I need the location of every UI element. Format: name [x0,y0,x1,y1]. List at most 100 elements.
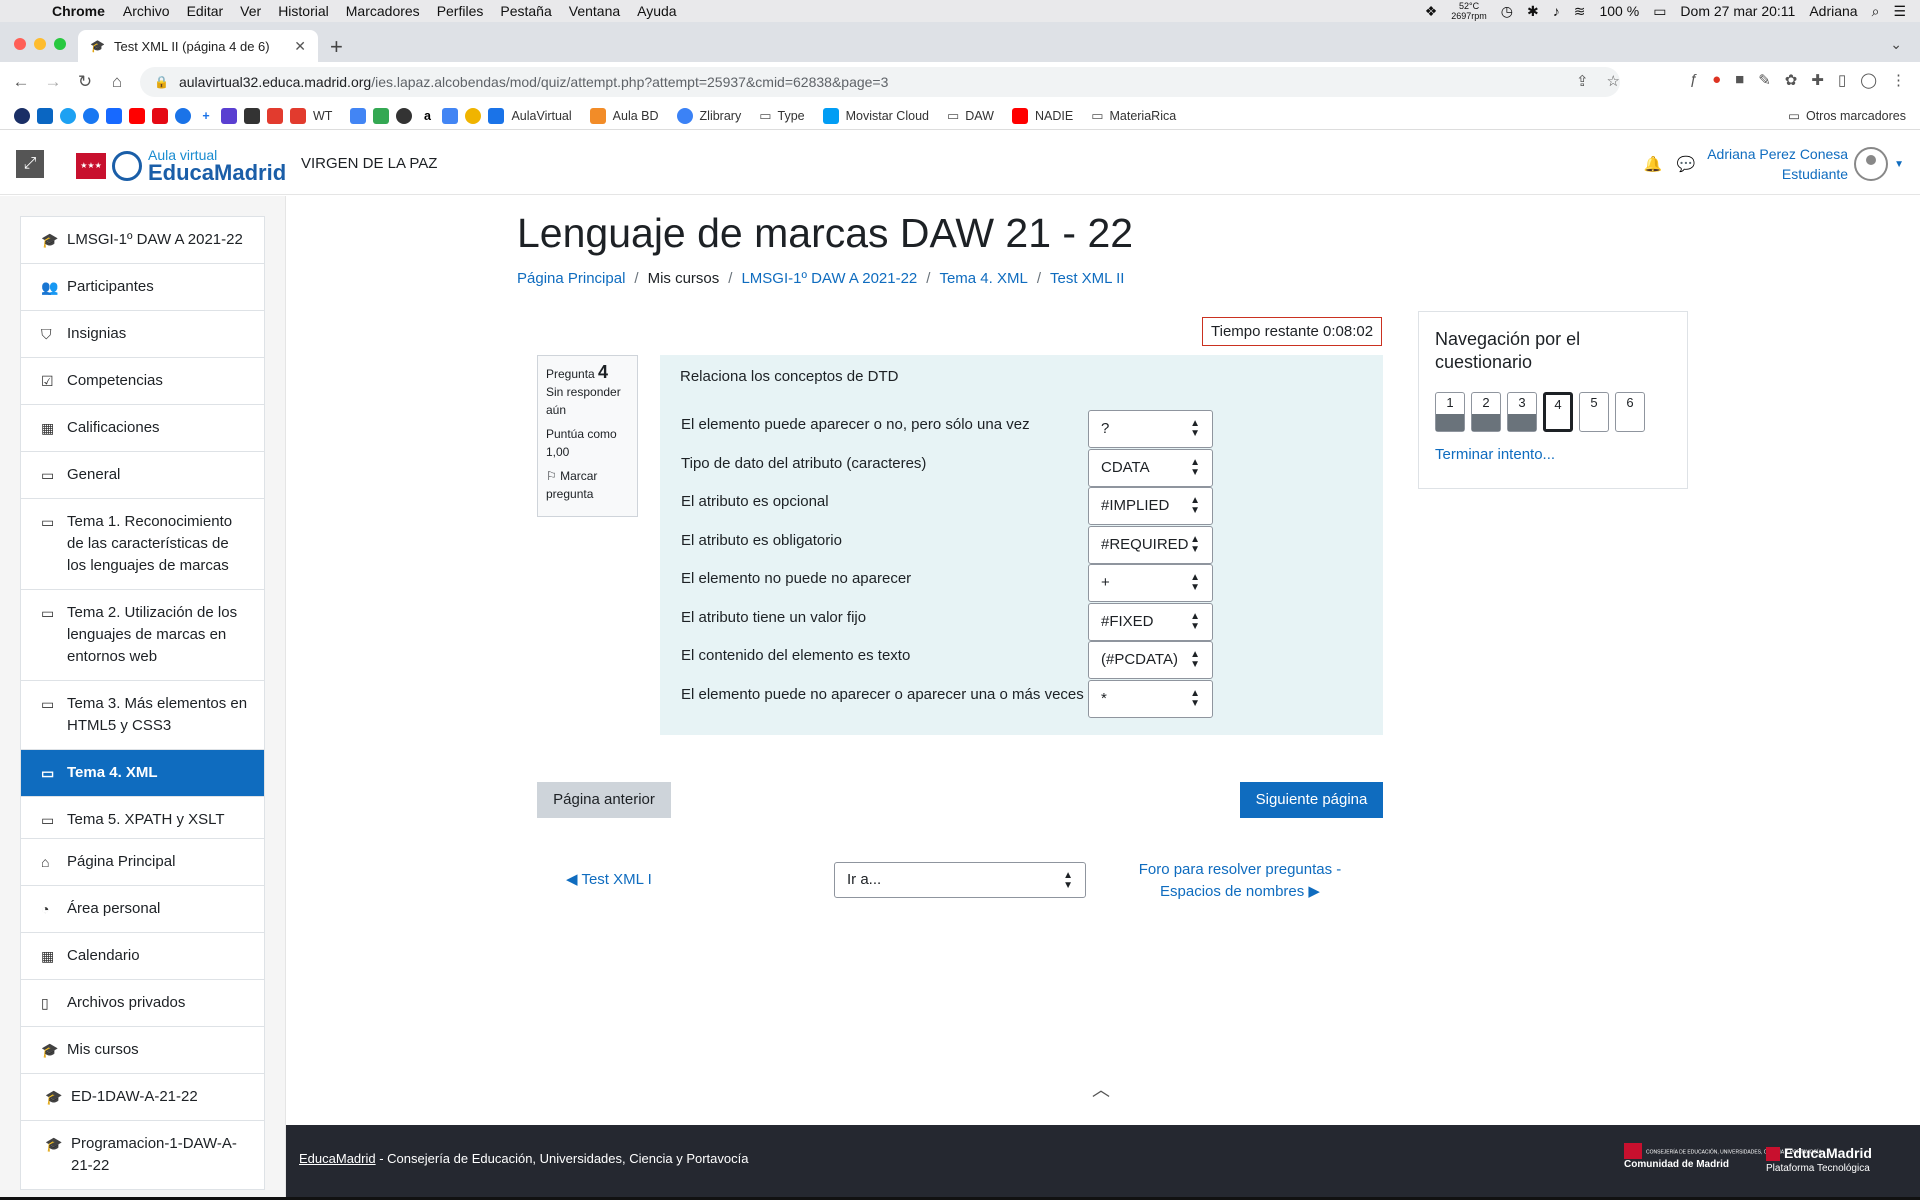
close-window-button[interactable] [14,38,26,50]
control-center-icon[interactable]: ☰ [1893,3,1906,20]
bookmark-nadie[interactable]: NADIE [1011,107,1073,124]
display-icon[interactable]: ▭ [1653,3,1666,20]
nav-course-ed[interactable]: 🎓 ED-1DAW-A-21-22 [21,1074,264,1121]
footer-link[interactable]: EducaMadrid [299,1151,376,1166]
match-select[interactable]: #FIXED ▲ ▼ [1088,603,1213,641]
youtube-icon[interactable] [129,107,145,124]
forward-icon[interactable]: → [42,72,64,92]
breadcrumb-item[interactable]: Test XML II [1050,270,1124,287]
puzzle-icon[interactable]: ✚ [1811,71,1824,89]
site-name[interactable]: VIRGEN DE LA PAZ [301,155,437,172]
bookmark-icon[interactable] [465,107,482,124]
avatar[interactable] [1854,147,1889,181]
facebook-icon[interactable] [83,107,99,124]
menu-ver[interactable]: Ver [240,3,261,19]
plus-icon[interactable]: + [198,107,214,124]
back-to-top-icon[interactable]: ︿ [1092,1076,1110,1102]
temperature-readout[interactable]: 52°C 2697rpm [1451,1,1487,21]
jump-to-select[interactable]: Ir a... ▲ ▼ [834,862,1086,898]
behance-icon[interactable] [106,107,122,124]
previous-activity-link[interactable]: ◀ Test XML I [566,870,652,888]
nav-participantes[interactable]: 👥 Participantes [21,264,264,311]
educamadrid-logo[interactable]: ★★★ Aula virtual EducaMadrid [76,148,286,184]
nav-pagina-principal[interactable]: ⌂ Página Principal [21,839,264,886]
menu-ayuda[interactable]: Ayuda [637,3,676,19]
other-bookmarks[interactable]: ▭ Otros marcadores [1788,108,1906,124]
nav-tema-1[interactable]: ▭ Tema 1. Reconocimiento de las caracterí… [21,499,264,590]
menu-app-name[interactable]: Chrome [52,3,105,19]
bookmark-type[interactable]: ▭ Type [759,108,804,124]
tab-active[interactable]: 🎓 Test XML II (página 4 de 6) ✕ [78,30,318,62]
spotlight-icon[interactable]: ⌕ [1872,3,1880,20]
calendar-icon[interactable] [442,107,459,124]
match-select[interactable]: #IMPLIED ▲ ▼ [1088,487,1213,525]
user-names[interactable]: Adriana Perez Conesa Estudiante [1707,144,1848,184]
reload-icon[interactable]: ↻ [74,72,96,92]
battery-status[interactable]: 100 % [1599,3,1639,19]
dropbox-icon[interactable]: ❖ [1425,3,1438,20]
nav-calificaciones[interactable]: ▦ Calificaciones [21,405,264,452]
address-bar[interactable]: 🔒 aulavirtual32.educa.madrid.org/ies.lap… [140,67,1620,97]
quiz-page-button[interactable]: 3 [1507,392,1537,432]
wifi-icon[interactable]: ≋ [1574,3,1586,20]
m-icon[interactable] [221,107,237,124]
drawer-toggle-icon[interactable]: ⤢ [16,150,44,178]
nav-tema-4[interactable]: ▭ Tema 4. XML [21,750,264,797]
opera-extension-icon[interactable]: ● [1712,71,1721,89]
play-icon[interactable] [175,107,191,124]
educamadrid-footer-logo[interactable]: EducaMadrid Plataforma Tecnológica [1766,1145,1872,1177]
bookmark-icon[interactable] [373,107,390,124]
nav-course-home[interactable]: 🎓 LMSGI-1º DAW A 2021-22 [21,217,264,264]
lock-icon[interactable]: 🔒 [154,75,169,89]
bookmark-icon[interactable] [14,107,30,124]
plant-extension-icon[interactable]: ✿ [1785,71,1798,89]
chat-icon[interactable]: 💬 [1677,155,1696,173]
nav-insignias[interactable]: ⛉ Insignias [21,311,264,358]
bookmark-zlibrary[interactable]: Zlibrary [676,107,741,124]
profile-icon[interactable]: ◯ [1860,71,1877,89]
flag-question-button[interactable]: ⚐ Marcar pregunta [546,467,629,503]
previous-page-button[interactable]: Página anterior [537,782,671,818]
pen-extension-icon[interactable]: ✎ [1758,71,1771,89]
breadcrumb-item[interactable]: Página Principal [517,270,625,287]
breadcrumb-item[interactable]: LMSGI-1º DAW A 2021-22 [741,270,917,287]
back-icon[interactable]: ← [10,72,32,92]
match-select[interactable]: ? ▲ ▼ [1088,410,1213,448]
menu-archivo[interactable]: Archivo [123,3,170,19]
nav-general[interactable]: ▭ General [21,452,264,499]
quiz-page-button[interactable]: 1 [1435,392,1465,432]
home-icon[interactable]: ⌂ [106,72,128,92]
sidebar-icon[interactable]: ▯ [1838,71,1846,89]
linkedin-icon[interactable] [37,107,53,124]
twitter-icon[interactable] [60,107,76,124]
user-menu[interactable]: 🔔 💬 Adriana Perez Conesa Estudiante ▼ [1644,144,1904,184]
more-icon[interactable]: ⋮ [1891,71,1906,89]
next-page-button[interactable]: Siguiente página [1240,782,1383,818]
quiz-page-button[interactable]: 5 [1579,392,1609,432]
bookmark-star-icon[interactable]: ☆ [1607,72,1620,90]
next-activity-link[interactable]: Foro para resolver preguntas - Espacios … [1110,859,1370,903]
tab-search-icon[interactable]: ⌄ [1890,36,1902,53]
menu-perfiles[interactable]: Perfiles [437,3,484,19]
menu-marcadores[interactable]: Marcadores [346,3,420,19]
zoom-window-button[interactable] [54,38,66,50]
bookmark-daw[interactable]: ▭ DAW [947,108,994,124]
globe-icon[interactable] [396,107,413,124]
nav-tema-5[interactable]: ▭ Tema 5. XPATH y XSLT [21,797,264,843]
menu-user[interactable]: Adriana [1809,3,1857,19]
nav-area-personal[interactable]: ◔ Área personal [21,886,264,933]
nav-competencias[interactable]: ☑ Competencias [21,358,264,405]
bookmark-materiarica[interactable]: ▭ MateriaRica [1091,108,1176,124]
new-tab-button[interactable]: + [330,34,343,60]
bookmark-wt[interactable]: WT [290,107,332,124]
nav-calendario[interactable]: ▦ Calendario [21,933,264,980]
bookmark-movistar[interactable]: Movistar Cloud [822,107,929,124]
bookmark-aulavirtual[interactable]: AulaVirtual [488,107,572,124]
ai-icon[interactable] [244,107,260,124]
match-select[interactable]: * ▲ ▼ [1088,680,1213,718]
menu-historial[interactable]: Historial [278,3,329,19]
finish-attempt-link[interactable]: Terminar intento... [1435,446,1555,463]
close-icon[interactable]: ✕ [294,38,306,55]
nav-tema-3[interactable]: ▭ Tema 3. Más elementos en HTML5 y CSS3 [21,681,264,750]
nav-mis-cursos[interactable]: 🎓 Mis cursos [21,1027,264,1074]
